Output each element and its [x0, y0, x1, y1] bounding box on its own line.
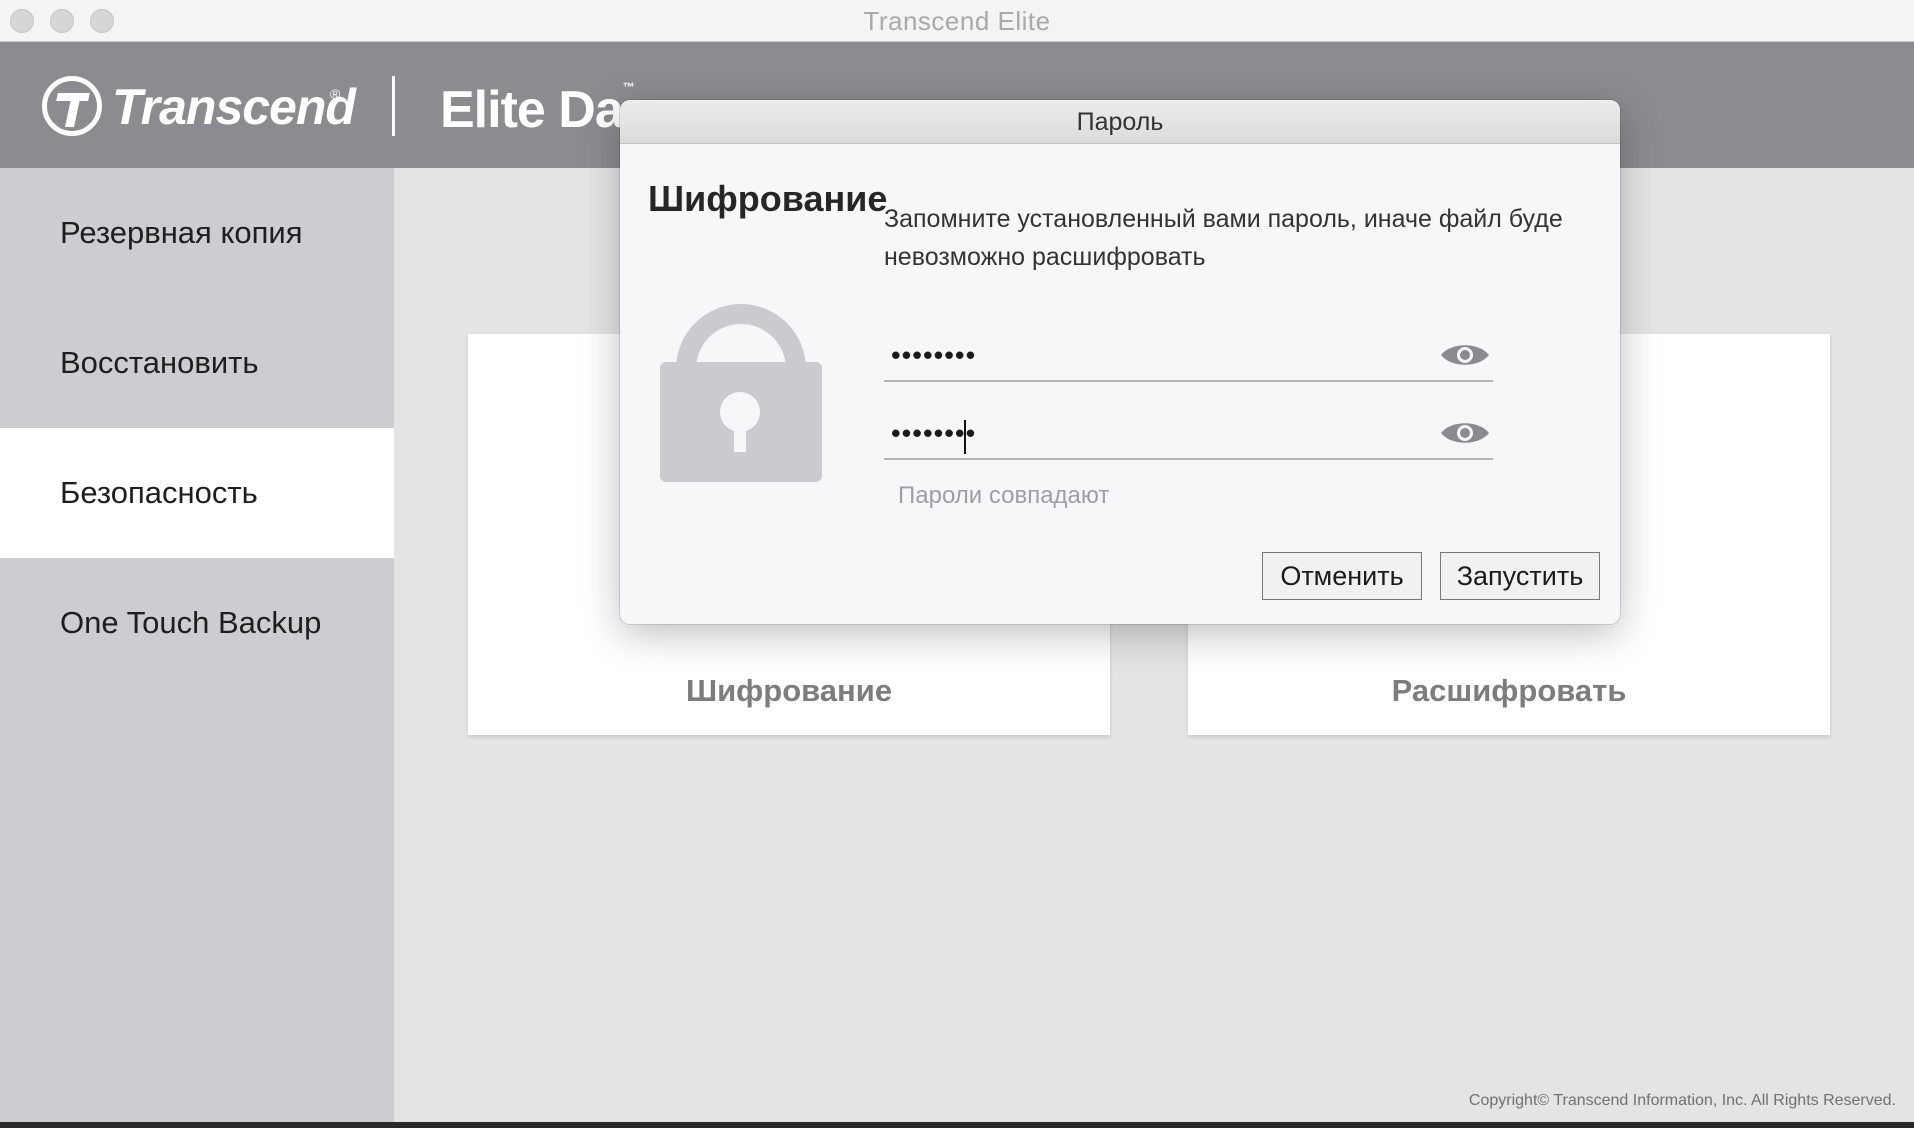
desktop-background-strip — [0, 1122, 1914, 1128]
window-titlebar: Transcend Elite — [0, 0, 1914, 42]
decrypt-card-label: Расшифровать — [1391, 673, 1627, 708]
confirm-password-field — [884, 414, 1493, 460]
sidebar-item-label: Резервная копия — [60, 215, 303, 250]
sidebar-item-restore[interactable]: Восстановить — [0, 298, 394, 428]
product-logo: Elite Da™ — [440, 80, 635, 140]
window-title: Transcend Elite — [863, 6, 1051, 36]
dialog-heading: Шифрование — [648, 178, 888, 219]
dialog-message-line: Запомните установленный вами пароль, ина… — [884, 205, 1563, 233]
sidebar-item-label: Безопасность — [60, 475, 258, 510]
text-caret — [964, 420, 966, 454]
transcend-logo-icon — [42, 76, 102, 136]
show-password-eye-icon[interactable] — [1439, 340, 1491, 370]
password-field — [884, 336, 1493, 382]
show-confirm-password-eye-icon[interactable] — [1439, 418, 1491, 448]
lock-icon — [660, 304, 822, 482]
password-match-status: Пароли совпадают — [898, 482, 1110, 509]
dialog-message-line: невозможно расшифровать — [884, 243, 1206, 271]
sidebar: Резервная копия Восстановить Безопасност… — [0, 168, 394, 1122]
sidebar-item-label: One Touch Backup — [60, 605, 322, 640]
copyright-text: Copyright© Transcend Information, Inc. A… — [1468, 1092, 1896, 1109]
product-name: Elite Da — [440, 81, 624, 139]
dialog-title: Пароль — [620, 100, 1620, 144]
password-input[interactable] — [888, 340, 1408, 374]
transcend-logo-text: Transcend — [112, 79, 356, 135]
encrypt-card-label: Шифрование — [685, 673, 893, 708]
trademark-mark: ™ — [622, 80, 635, 94]
sidebar-item-one-touch-backup[interactable]: One Touch Backup — [0, 558, 394, 688]
cancel-button[interactable]: Отменить — [1262, 552, 1422, 600]
start-button[interactable]: Запустить — [1440, 552, 1600, 600]
sidebar-item-label: Восстановить — [60, 345, 259, 380]
sidebar-item-security[interactable]: Безопасность — [0, 428, 394, 558]
registered-mark: ® — [330, 86, 341, 102]
app-window: Transcend Elite Transcend ® Elite Da™ Ре… — [0, 0, 1914, 1122]
password-dialog: Пароль Шифрование Запомните установленны… — [620, 100, 1620, 624]
dialog-message: Запомните установленный вами пароль, ина… — [884, 200, 1606, 276]
header-divider — [392, 76, 395, 136]
sidebar-item-backup[interactable]: Резервная копия — [0, 168, 394, 298]
confirm-password-input[interactable] — [888, 418, 1408, 452]
